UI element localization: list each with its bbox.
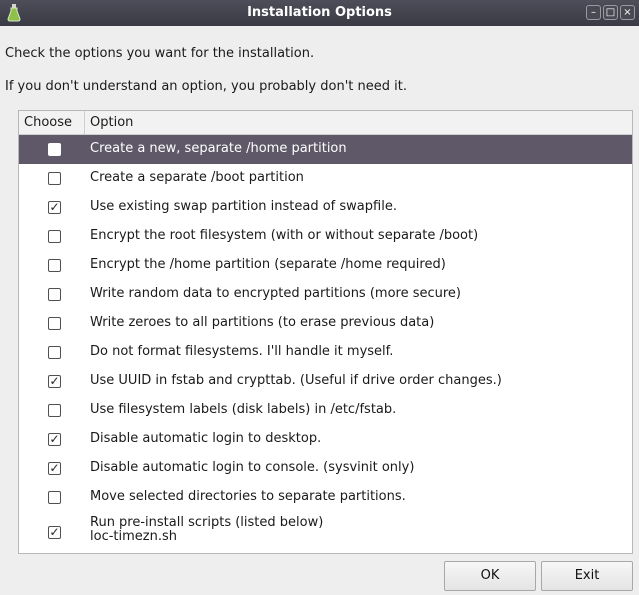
checkbox[interactable] xyxy=(48,172,61,185)
option-text: Disable automatic login to console. (sys… xyxy=(90,460,415,475)
exit-button[interactable]: Exit xyxy=(541,561,633,591)
option-text: Encrypt the root filesystem (with or wit… xyxy=(90,228,479,243)
option-label: Create a new, separate /home partition xyxy=(90,141,347,156)
option-row[interactable]: ✓ Disable automatic login to desktop. xyxy=(19,425,632,454)
option-row[interactable]: Encrypt the /home partition (separate /h… xyxy=(19,251,632,280)
option-label: Write zeroes to all partitions (to erase… xyxy=(90,315,434,330)
option-label: Do not format filesystems. I'll handle i… xyxy=(90,344,393,359)
option-subtext: loc-timezn.sh xyxy=(90,529,177,544)
column-header-choose[interactable]: Choose xyxy=(19,111,85,134)
option-row[interactable]: ✓ Use UUID in fstab and crypttab. (Useful… xyxy=(19,367,632,396)
instruction-text: Check the options you want for the insta… xyxy=(5,46,315,61)
option-label: Write random data to encrypted partition… xyxy=(90,286,461,301)
checkbox[interactable] xyxy=(48,317,61,330)
option-label: Run pre-install scripts (listed below) lo… xyxy=(90,516,323,544)
option-text: Use existing swap partition instead of s… xyxy=(90,199,397,214)
option-label: Use UUID in fstab and crypttab. (Useful … xyxy=(90,373,502,388)
option-row[interactable]: Write zeroes to all partitions (to erase… xyxy=(19,309,632,338)
option-text: Do not format filesystems. I'll handle i… xyxy=(90,344,394,359)
option-text: Use filesystem labels (disk labels) in /… xyxy=(90,402,397,417)
close-icon[interactable]: × xyxy=(620,5,635,20)
option-row[interactable]: Create a new, separate /home partition xyxy=(19,135,632,164)
column-header-option[interactable]: Option xyxy=(90,115,133,130)
option-label: Use existing swap partition instead of s… xyxy=(90,199,397,214)
option-text: Move selected directories to separate pa… xyxy=(90,489,406,504)
checkbox-checked[interactable]: ✓ xyxy=(48,375,61,388)
maximize-icon[interactable]: □ xyxy=(603,5,618,20)
option-label: Encrypt the root filesystem (with or wit… xyxy=(90,228,478,243)
checkbox-checked[interactable]: ✓ xyxy=(48,201,61,214)
option-row[interactable]: ✓ Use existing swap partition instead of … xyxy=(19,193,632,222)
option-label: Use filesystem labels (disk labels) in /… xyxy=(90,402,396,417)
checkbox[interactable] xyxy=(48,346,61,359)
option-label: Move selected directories to separate pa… xyxy=(90,489,406,504)
checkbox[interactable] xyxy=(48,404,61,417)
option-text: Disable automatic login to desktop. xyxy=(90,431,322,446)
checkbox[interactable] xyxy=(48,230,61,243)
checkbox-checked[interactable]: ✓ xyxy=(48,526,61,539)
option-row[interactable]: ✓ Disable automatic login to console. (sy… xyxy=(19,454,632,483)
checkbox-checked[interactable]: ✓ xyxy=(48,433,61,446)
window-title: Installation Options xyxy=(247,5,392,20)
ok-button[interactable]: OK xyxy=(444,561,536,591)
checkbox[interactable] xyxy=(48,259,61,272)
option-row[interactable]: Write random data to encrypted partition… xyxy=(19,280,632,309)
option-label: Create a separate /boot partition xyxy=(90,170,304,185)
list-header: Choose Option xyxy=(19,111,632,135)
hint-text: If you don't understand an option, you p… xyxy=(5,79,407,94)
option-row[interactable]: Use filesystem labels (disk labels) in /… xyxy=(19,396,632,425)
option-label: Encrypt the /home partition (separate /h… xyxy=(90,257,446,272)
options-list[interactable]: Choose Option Create a new, separate /ho… xyxy=(18,110,633,554)
option-text: Create a new, separate /home partition xyxy=(90,141,347,156)
option-row[interactable]: ✓ Run pre-install scripts (listed below) l… xyxy=(19,512,632,552)
checkbox[interactable] xyxy=(48,288,61,301)
option-label: Disable automatic login to console. (sys… xyxy=(90,460,414,475)
option-label: Disable automatic login to desktop. xyxy=(90,431,321,446)
installation-options-window: Installation Options – □ × Check the opt… xyxy=(0,0,639,595)
option-text: Create a separate /boot partition xyxy=(90,170,304,185)
option-text: Write zeroes to all partitions (to erase… xyxy=(90,315,435,330)
option-text: Use UUID in fstab and crypttab. (Useful … xyxy=(90,373,502,388)
checkbox-checked[interactable]: ✓ xyxy=(48,462,61,475)
option-row[interactable]: Do not format filesystems. I'll handle i… xyxy=(19,338,632,367)
option-row[interactable]: Create a separate /boot partition xyxy=(19,164,632,193)
title-bar[interactable]: Installation Options – □ × xyxy=(0,0,639,26)
option-row[interactable]: Move selected directories to separate pa… xyxy=(19,483,632,512)
option-text: Encrypt the /home partition (separate /h… xyxy=(90,257,446,272)
minimize-icon[interactable]: – xyxy=(586,5,601,20)
checkbox[interactable] xyxy=(48,491,61,504)
checkbox[interactable] xyxy=(48,143,61,156)
option-row[interactable]: Encrypt the root filesystem (with or wit… xyxy=(19,222,632,251)
option-text: Run pre-install scripts (listed below) xyxy=(90,515,324,530)
option-text: Write random data to encrypted partition… xyxy=(90,286,462,301)
